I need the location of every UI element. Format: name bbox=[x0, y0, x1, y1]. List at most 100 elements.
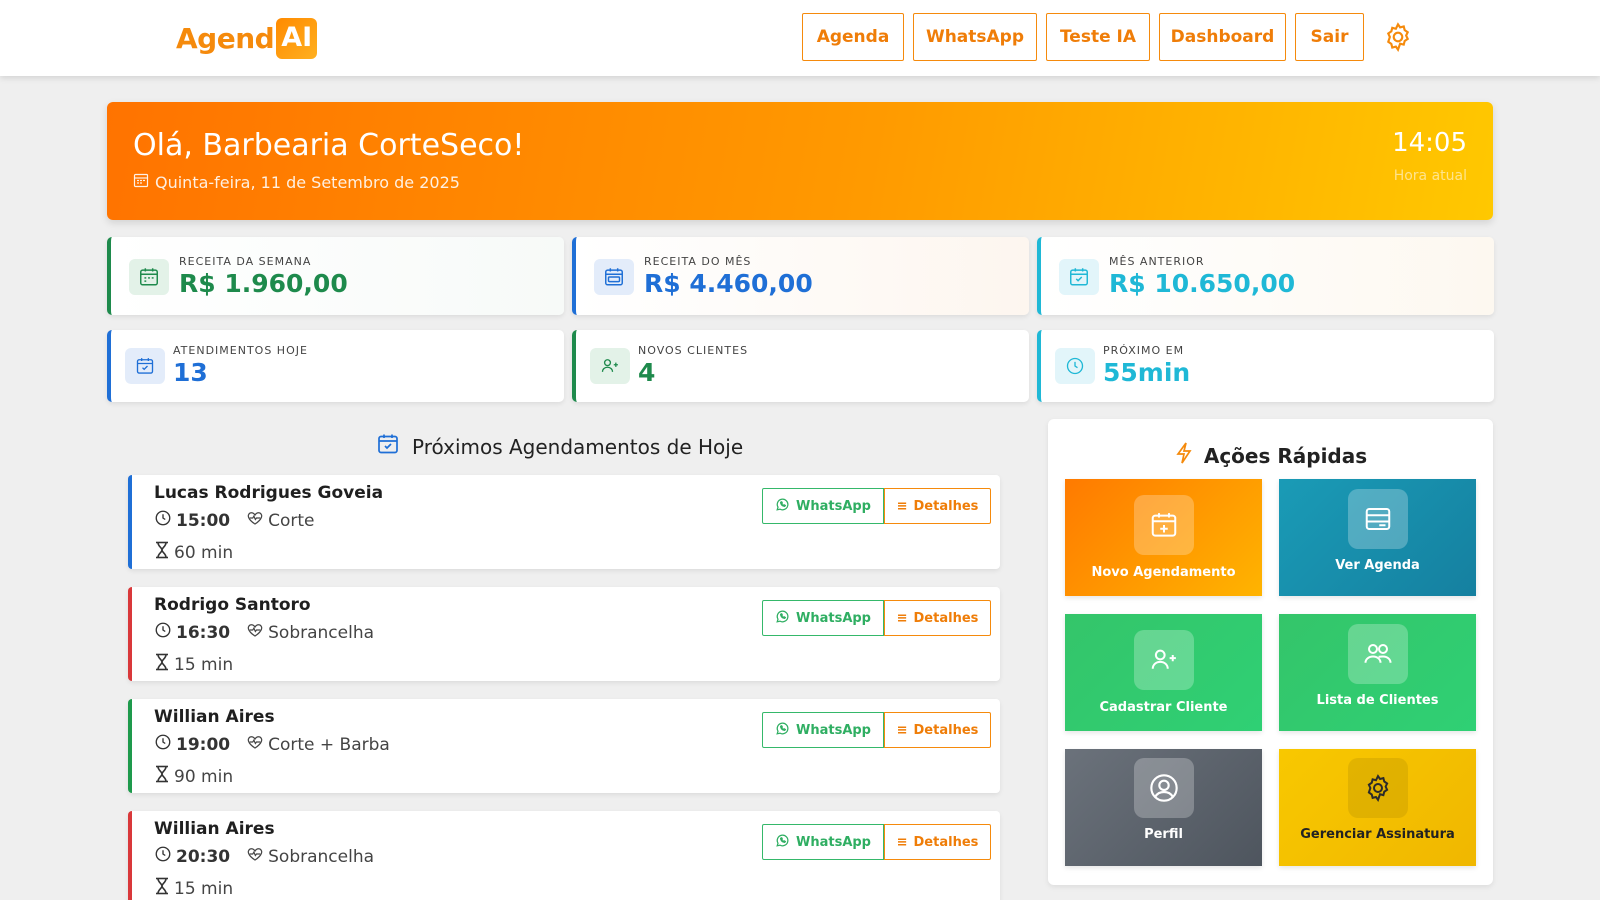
appointment-info: 15:00 Corte bbox=[154, 509, 315, 532]
details-button[interactable]: ≡ Detalhes bbox=[884, 824, 991, 860]
users-icon bbox=[1348, 624, 1408, 684]
client-name: Willian Aires bbox=[154, 819, 275, 839]
client-name: Lucas Rodrigues Goveia bbox=[154, 483, 384, 503]
whatsapp-icon bbox=[775, 721, 790, 740]
calendar-plus-icon bbox=[1134, 495, 1194, 555]
greeting-title: Olá, Barbearia CorteSeco! bbox=[133, 128, 525, 163]
list-icon: ≡ bbox=[896, 610, 908, 626]
duration-text: 15 min bbox=[174, 654, 234, 675]
details-button-label: Detalhes bbox=[913, 498, 979, 514]
whatsapp-button[interactable]: WhatsApp bbox=[762, 712, 884, 748]
appointment-service: Sobrancelha bbox=[268, 846, 375, 867]
heart-pulse-icon bbox=[246, 845, 264, 868]
appointment-time: 15:00 bbox=[176, 510, 231, 531]
appointment-duration: 15 min bbox=[154, 653, 233, 676]
user-circle-icon bbox=[1134, 758, 1194, 818]
calendar-month-icon bbox=[594, 259, 634, 295]
nav-teste-ia-button[interactable]: Teste IA bbox=[1046, 13, 1150, 61]
appointment-actions: WhatsApp ≡ Detalhes bbox=[762, 488, 991, 524]
quick-action-label: Lista de Clientes bbox=[1316, 693, 1439, 708]
stat-label: RECEITA DO MÊS bbox=[644, 255, 752, 268]
details-button-label: Detalhes bbox=[913, 610, 979, 626]
stat-value: 55min bbox=[1103, 358, 1191, 387]
nav-agenda-button[interactable]: Agenda bbox=[802, 13, 904, 61]
app-logo[interactable]: Agend AI bbox=[176, 16, 318, 60]
logo-text: Agend bbox=[176, 21, 275, 55]
whatsapp-icon bbox=[775, 833, 790, 852]
stat-card-receita-semana: RECEITA DA SEMANA R$ 1.960,00 bbox=[107, 237, 564, 315]
nav-whatsapp-button[interactable]: WhatsApp bbox=[913, 13, 1037, 61]
cadastrar-cliente-button[interactable]: Cadastrar Cliente bbox=[1065, 614, 1262, 731]
calendar-week-icon bbox=[129, 259, 169, 295]
duration-text: 60 min bbox=[174, 542, 234, 563]
heart-pulse-icon bbox=[246, 621, 264, 644]
appointment-actions: WhatsApp ≡ Detalhes bbox=[762, 600, 991, 636]
appointment-card: Lucas Rodrigues Goveia 15:00 Corte 60 mi… bbox=[128, 475, 1000, 569]
appointment-service: Sobrancelha bbox=[268, 622, 375, 643]
appointment-actions: WhatsApp ≡ Detalhes bbox=[762, 824, 991, 860]
appointment-duration: 60 min bbox=[154, 541, 233, 564]
top-navbar: Agend AI Agenda WhatsApp Teste IA Dashbo… bbox=[0, 0, 1600, 76]
novo-agendamento-button[interactable]: Novo Agendamento bbox=[1065, 479, 1262, 596]
quick-action-label: Perfil bbox=[1144, 827, 1183, 842]
clock-icon bbox=[154, 621, 172, 644]
gerenciar-assinatura-button[interactable]: Gerenciar Assinatura bbox=[1279, 749, 1476, 866]
gear-icon bbox=[1348, 758, 1408, 818]
client-name: Willian Aires bbox=[154, 707, 275, 727]
quick-actions-panel: Ações Rápidas Novo Agendamento Ver Agend… bbox=[1048, 419, 1493, 885]
details-button[interactable]: ≡ Detalhes bbox=[884, 600, 991, 636]
whatsapp-button-label: WhatsApp bbox=[796, 610, 871, 626]
user-plus-icon bbox=[1134, 630, 1194, 690]
lista-de-clientes-button[interactable]: Lista de Clientes bbox=[1279, 614, 1476, 731]
current-time-label: Hora atual bbox=[1393, 168, 1467, 184]
welcome-banner: Olá, Barbearia CorteSeco! Quinta-feira, … bbox=[107, 102, 1493, 220]
hourglass-icon bbox=[154, 653, 170, 676]
appointment-card: Willian Aires 20:30 Sobrancelha 15 min W… bbox=[128, 811, 1000, 900]
whatsapp-button[interactable]: WhatsApp bbox=[762, 824, 884, 860]
whatsapp-button-label: WhatsApp bbox=[796, 834, 871, 850]
whatsapp-button[interactable]: WhatsApp bbox=[762, 600, 884, 636]
ver-agenda-button[interactable]: Ver Agenda bbox=[1279, 479, 1476, 596]
appointment-time: 20:30 bbox=[176, 846, 231, 867]
appointment-info: 20:30 Sobrancelha bbox=[154, 845, 374, 868]
appointments-section-title: Próximos Agendamentos de Hoje bbox=[376, 432, 743, 461]
settings-gear-icon[interactable] bbox=[1382, 21, 1414, 53]
appointment-card: Willian Aires 19:00 Corte + Barba 90 min… bbox=[128, 699, 1000, 793]
clock-icon bbox=[154, 845, 172, 868]
nav-sair-button[interactable]: Sair bbox=[1295, 13, 1364, 61]
quick-actions-title-text: Ações Rápidas bbox=[1203, 443, 1368, 468]
whatsapp-icon bbox=[775, 609, 790, 628]
current-date: Quinta-feira, 11 de Setembro de 2025 bbox=[133, 172, 460, 192]
appointment-time: 16:30 bbox=[176, 622, 231, 643]
appointment-actions: WhatsApp ≡ Detalhes bbox=[762, 712, 991, 748]
logo-ai-badge: AI bbox=[276, 17, 318, 59]
quick-action-label: Ver Agenda bbox=[1335, 558, 1420, 573]
quick-action-label: Cadastrar Cliente bbox=[1099, 700, 1228, 715]
stat-label: NOVOS CLIENTES bbox=[638, 344, 749, 357]
whatsapp-icon bbox=[775, 497, 790, 516]
nav-dashboard-button[interactable]: Dashboard bbox=[1159, 13, 1286, 61]
hourglass-icon bbox=[154, 541, 170, 564]
quick-actions-title: Ações Rápidas bbox=[1048, 441, 1493, 470]
heart-pulse-icon bbox=[246, 509, 264, 532]
details-button[interactable]: ≡ Detalhes bbox=[884, 712, 991, 748]
stat-label: RECEITA DA SEMANA bbox=[179, 255, 312, 268]
stat-label: MÊS ANTERIOR bbox=[1109, 255, 1205, 268]
stat-value: 13 bbox=[173, 358, 208, 387]
appointment-time: 19:00 bbox=[176, 734, 231, 755]
stat-label: ATENDIMENTOS HOJE bbox=[173, 344, 308, 357]
stat-card-proximo-em: PRÓXIMO EM 55min bbox=[1037, 330, 1494, 402]
details-button-label: Detalhes bbox=[913, 834, 979, 850]
main-nav: Agenda WhatsApp Teste IA Dashboard Sair bbox=[802, 13, 1364, 61]
perfil-button[interactable]: Perfil bbox=[1065, 749, 1262, 866]
appointment-service: Corte bbox=[268, 510, 315, 531]
stat-value: R$ 10.650,00 bbox=[1109, 269, 1296, 298]
stat-label: PRÓXIMO EM bbox=[1103, 344, 1185, 357]
hourglass-icon bbox=[154, 765, 170, 788]
whatsapp-button[interactable]: WhatsApp bbox=[762, 488, 884, 524]
calendar-icon bbox=[133, 172, 149, 192]
calendar-check-icon bbox=[376, 432, 400, 461]
quick-action-label: Gerenciar Assinatura bbox=[1300, 827, 1455, 842]
details-button[interactable]: ≡ Detalhes bbox=[884, 488, 991, 524]
appointment-service: Corte + Barba bbox=[268, 734, 390, 755]
